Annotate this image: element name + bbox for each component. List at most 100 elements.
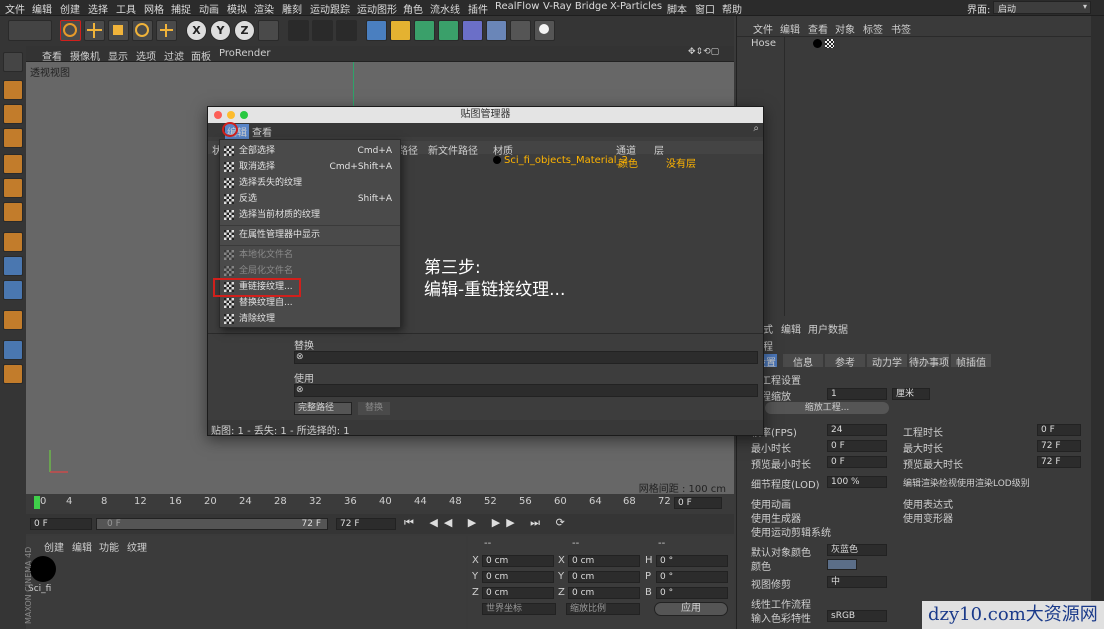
- menu-select-missing[interactable]: 选择丢失的纹理: [220, 175, 400, 191]
- attr-tab-interpolation[interactable]: 帧插值: [951, 354, 991, 369]
- viewport-menu-display[interactable]: 显示: [108, 48, 128, 63]
- menu-edit[interactable]: 编辑: [32, 1, 52, 16]
- world-coords-select[interactable]: 世界坐标: [482, 603, 556, 615]
- preview-min-field[interactable]: 0 F: [827, 456, 887, 468]
- workplane-icon[interactable]: [3, 128, 23, 148]
- coordinate-system-icon[interactable]: [258, 20, 279, 41]
- subdivision-icon[interactable]: [414, 20, 435, 41]
- search-icon[interactable]: ⌕: [753, 123, 759, 134]
- material-menu-texture[interactable]: 纹理: [127, 539, 147, 554]
- playback-controls[interactable]: ⏮ ◀◀ ▶ ▶▶ ⏭ ⟳: [404, 516, 734, 532]
- use-animation-label[interactable]: 使用动画: [751, 496, 791, 511]
- attr-tab-reference[interactable]: 参考: [825, 354, 865, 369]
- material-menu-edit[interactable]: 编辑: [72, 539, 92, 554]
- start-frame-field[interactable]: 0 F: [30, 518, 92, 530]
- obj-menu-view[interactable]: 查看: [808, 21, 828, 36]
- polygons-mode-icon[interactable]: [3, 202, 23, 222]
- object-color-select[interactable]: 灰蓝色: [827, 544, 887, 556]
- points-mode-icon[interactable]: [3, 154, 23, 174]
- use-field[interactable]: ⊗: [294, 384, 758, 397]
- snap-icon[interactable]: [3, 280, 23, 300]
- viewport-menu-panel[interactable]: 面板: [191, 48, 211, 63]
- obj-menu-bookmark[interactable]: 书签: [891, 21, 911, 36]
- replace-field[interactable]: ⊗: [294, 351, 758, 364]
- menu-render[interactable]: 渲染: [254, 1, 274, 16]
- camera-icon[interactable]: [510, 20, 531, 41]
- menu-plugins[interactable]: 插件: [468, 1, 488, 16]
- menu-vray-bridge[interactable]: V-Ray Bridge: [543, 1, 607, 12]
- menu-show-in-attributes[interactable]: 在属性管理器中显示: [220, 227, 400, 243]
- use-expression-label[interactable]: 使用表达式: [903, 496, 953, 511]
- position-y-field[interactable]: 0 cm: [482, 571, 554, 583]
- axis-mode-icon[interactable]: [3, 232, 23, 252]
- cube-primitive-icon[interactable]: [366, 20, 387, 41]
- max-time-field[interactable]: 72 F: [1037, 440, 1081, 452]
- layout-select[interactable]: 启动 ▾: [993, 1, 1091, 15]
- obj-menu-edit[interactable]: 编辑: [780, 21, 800, 36]
- viewport-menu-options[interactable]: 选项: [136, 48, 156, 63]
- rotation-p-field[interactable]: 0 °: [656, 571, 728, 583]
- clear-icon[interactable]: ⊗: [296, 352, 304, 362]
- frame-range-slider[interactable]: 0 F 72 F: [96, 518, 328, 530]
- menu-mesh[interactable]: 网格: [144, 1, 164, 16]
- preview-max-field[interactable]: 72 F: [1037, 456, 1081, 468]
- menu-invert-selection[interactable]: 反选 Shift+A: [220, 191, 400, 207]
- size-z-field[interactable]: 0 cm: [568, 587, 640, 599]
- menu-script[interactable]: 脚本: [667, 1, 687, 16]
- z-axis-lock-button[interactable]: Z: [234, 20, 255, 41]
- viewport-menu-filter[interactable]: 过滤: [164, 48, 184, 63]
- menu-simulate[interactable]: 模拟: [227, 1, 247, 16]
- rotation-b-field[interactable]: 0 °: [656, 587, 728, 599]
- menu-snap[interactable]: 捕捉: [171, 1, 191, 16]
- menu-character[interactable]: 角色: [403, 1, 423, 16]
- array-icon[interactable]: [438, 20, 459, 41]
- zoom-dot-icon[interactable]: [240, 111, 248, 119]
- undo-redo-button[interactable]: [8, 20, 52, 41]
- size-y-field[interactable]: 0 cm: [568, 571, 640, 583]
- obj-menu-tag[interactable]: 标签: [863, 21, 883, 36]
- clear-icon[interactable]: ⊗: [296, 385, 304, 395]
- tweak-mode-icon[interactable]: [3, 256, 23, 276]
- viewport-menu-view[interactable]: 查看: [42, 48, 62, 63]
- x-axis-lock-button[interactable]: X: [186, 20, 207, 41]
- planar-workplane-icon[interactable]: [3, 364, 23, 384]
- menu-animate[interactable]: 动画: [199, 1, 219, 16]
- live-select-tool-icon[interactable]: [60, 20, 81, 41]
- path-mode-select[interactable]: 完整路径: [294, 402, 352, 415]
- menu-deselect[interactable]: 取消选择 Cmd+Shift+A: [220, 159, 400, 175]
- menu-file[interactable]: 文件: [5, 1, 25, 16]
- menu-sculpt[interactable]: 雕刻: [282, 1, 302, 16]
- render-view-icon[interactable]: [288, 20, 309, 41]
- attr-tab-info[interactable]: 信息: [783, 354, 823, 369]
- menu-create[interactable]: 创建: [60, 1, 80, 16]
- edges-mode-icon[interactable]: [3, 178, 23, 198]
- menu-tools[interactable]: 工具: [116, 1, 136, 16]
- material-tag-icon[interactable]: [813, 39, 822, 48]
- menu-xparticles[interactable]: X-Particles: [610, 1, 662, 12]
- hose-object[interactable]: Hose: [751, 38, 776, 49]
- position-z-field[interactable]: 0 cm: [482, 587, 554, 599]
- material-menu-function[interactable]: 功能: [99, 539, 119, 554]
- menu-select-all[interactable]: 全部选择 Cmd+A: [220, 143, 400, 159]
- menu-motion-tracking[interactable]: 运动跟踪: [310, 1, 350, 16]
- right-tab-strip[interactable]: [1091, 16, 1104, 629]
- obj-menu-object[interactable]: 对象: [835, 21, 855, 36]
- end-frame-field[interactable]: 72 F: [336, 518, 396, 530]
- current-frame-field[interactable]: 0 F: [674, 497, 722, 509]
- viewport-menu-camera[interactable]: 摄像机: [70, 48, 100, 63]
- texture-mode-icon[interactable]: [3, 104, 23, 124]
- rotate-tool-icon[interactable]: [132, 20, 153, 41]
- move-tool-icon[interactable]: [84, 20, 105, 41]
- linear-workflow-label[interactable]: 线性工作流程: [751, 596, 811, 611]
- attr-tab-todo[interactable]: 待办事项: [909, 354, 949, 369]
- menu-window[interactable]: 窗口: [695, 1, 715, 16]
- min-time-field[interactable]: 0 F: [827, 440, 887, 452]
- render-picture-viewer-icon[interactable]: [312, 20, 333, 41]
- menu-select-material-textures[interactable]: 选择当前材质的纹理: [220, 207, 400, 223]
- model-mode-icon[interactable]: [3, 80, 23, 100]
- attr-tab-dynamics[interactable]: 动力学: [867, 354, 907, 369]
- menu-pipeline[interactable]: 流水线: [430, 1, 460, 16]
- pen-spline-icon[interactable]: [390, 20, 411, 41]
- make-editable-icon[interactable]: [3, 52, 23, 72]
- dialog-menu-view[interactable]: 查看: [252, 124, 272, 139]
